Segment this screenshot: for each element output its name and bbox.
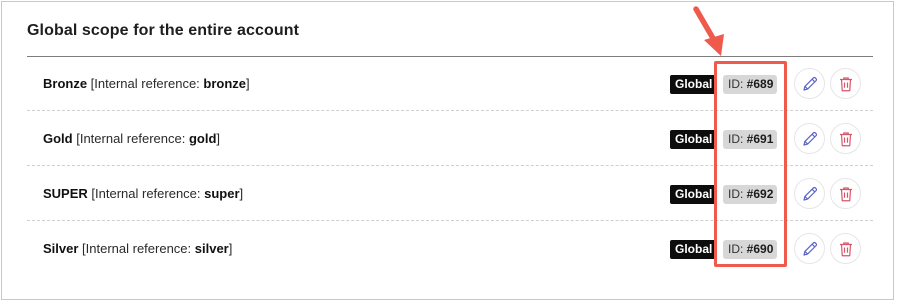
ref-value: bronze — [203, 76, 247, 91]
item-label: Bronze [Internal reference: bronze] — [43, 56, 250, 111]
item-name: Silver — [43, 241, 79, 256]
arrow-icon — [693, 6, 724, 56]
pencil-icon — [802, 76, 817, 91]
ref-suffix: ] — [239, 186, 244, 201]
ref-suffix: ] — [216, 131, 221, 146]
ref-prefix: [Internal reference: — [78, 241, 195, 256]
edit-button[interactable] — [794, 68, 825, 99]
ref-prefix: [Internal reference: — [72, 131, 189, 146]
ref-prefix: [Internal reference: — [87, 186, 205, 201]
trash-icon — [839, 76, 852, 91]
item-name: Gold — [43, 131, 73, 146]
delete-button[interactable] — [830, 178, 861, 209]
item-name: Bronze — [43, 76, 88, 91]
pencil-icon — [802, 131, 817, 146]
ref-value: super — [204, 186, 240, 201]
delete-button[interactable] — [830, 123, 861, 154]
ref-suffix: ] — [246, 76, 250, 91]
item-label: Silver [Internal reference: silver] — [43, 221, 232, 276]
trash-icon — [839, 186, 852, 201]
scope-badge: Global — [670, 75, 718, 94]
scope-badge: Global — [670, 185, 718, 204]
item-name: SUPER — [43, 186, 88, 201]
ref-value: gold — [188, 131, 217, 146]
item-label: Gold [Internal reference: gold] — [43, 111, 220, 166]
edit-button[interactable] — [794, 123, 825, 154]
edit-button[interactable] — [794, 233, 825, 264]
ref-prefix: [Internal reference: — [87, 76, 204, 91]
pencil-icon — [802, 186, 817, 201]
scope-badge: Global — [670, 240, 718, 259]
delete-button[interactable] — [830, 233, 861, 264]
scope-badge: Global — [670, 130, 718, 149]
item-label: SUPER [Internal reference: super] — [43, 166, 243, 221]
trash-icon — [839, 131, 852, 146]
id-column-highlight — [714, 61, 787, 267]
ref-suffix: ] — [228, 241, 233, 256]
section-title: Global scope for the entire account — [27, 22, 299, 39]
trash-icon — [839, 241, 852, 256]
pencil-icon — [802, 241, 817, 256]
delete-button[interactable] — [830, 68, 861, 99]
edit-button[interactable] — [794, 178, 825, 209]
ref-value: silver — [194, 241, 229, 256]
